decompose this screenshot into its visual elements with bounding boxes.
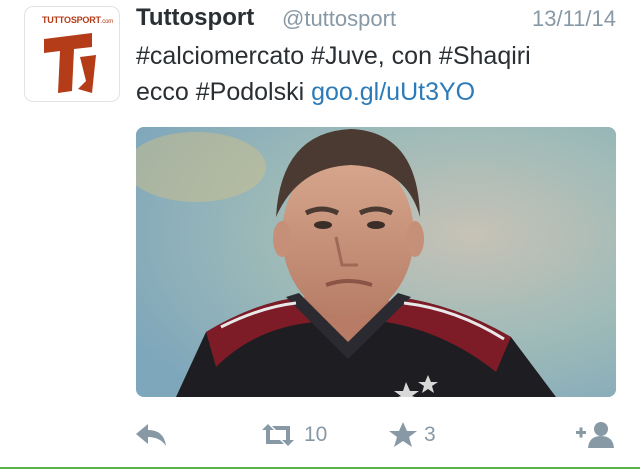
tweet-text: #calciomercato #Juve, con #Shaqiri ecco …: [136, 38, 626, 110]
tweet-header: Tuttosport @tuttosport 13/11/14: [136, 4, 616, 36]
reply-button[interactable]: [134, 422, 168, 448]
tweet-date[interactable]: 13/11/14: [532, 6, 616, 32]
reply-icon: [136, 424, 166, 446]
tuttosport-logo-icon: [44, 33, 96, 93]
follow-button[interactable]: [574, 420, 616, 450]
favorite-count: 3: [424, 423, 436, 446]
add-user-icon: [576, 422, 614, 448]
tweet-line-1: #calciomercato #Juve, con #Shaqiri: [136, 42, 531, 70]
retweet-button[interactable]: 10: [258, 422, 327, 448]
tweet-link[interactable]: goo.gl/uUt3YO: [311, 78, 475, 106]
player-photo-illustration: [136, 127, 616, 397]
tweet-actions: 10 3: [0, 418, 640, 454]
username[interactable]: @tuttosport: [282, 6, 396, 32]
tweet-line-2: ecco #Podolski goo.gl/uUt3YO: [136, 74, 626, 110]
profile-avatar[interactable]: TUTTOSPORT.com: [24, 6, 120, 102]
tweet-photo[interactable]: [136, 127, 616, 397]
avatar-brand-text: TUTTOSPORT.com: [42, 15, 114, 25]
favorite-button[interactable]: 3: [388, 420, 436, 450]
retweet-count: 10: [304, 423, 328, 446]
retweet-icon: [262, 424, 294, 446]
tweet-hashtag-text: ecco #Podolski: [136, 78, 312, 106]
display-name[interactable]: Tuttosport: [136, 4, 254, 32]
star-icon: [389, 422, 417, 447]
